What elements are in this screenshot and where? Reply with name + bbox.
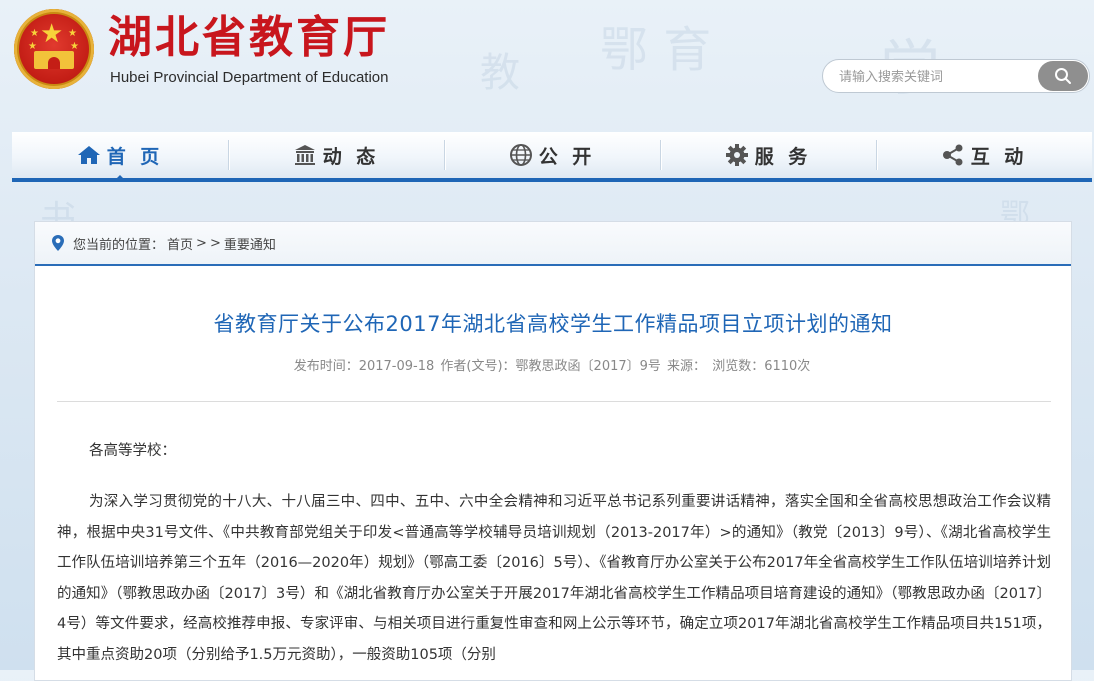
article-body: 为深入学习贯彻党的十八大、十八届三中、四中、五中、六中全会精神和习近平总书记系列… xyxy=(57,494,1051,663)
site-subtitle: Hubei Provincial Department of Education xyxy=(110,69,389,86)
article-meta: 发布时间：2017-09-18 作者(文号)：鄂教思政函〔2017〕9号 来源：… xyxy=(35,355,1071,374)
nav-item-label: 服 务 xyxy=(754,145,812,168)
site-header: ★ ★ ★ ★ ★ 湖北省教育厅 Hubei Provincial Depart… xyxy=(0,0,1094,130)
breadcrumb-home-link[interactable]: 首页 xyxy=(167,234,193,253)
nav-item-interact[interactable]: 互 动 xyxy=(876,132,1092,178)
view-count: 浏览数：6110次 xyxy=(712,359,811,374)
content-panel: 您当前的位置： 首页 > > 重要通知 省教育厅关于公布2017年湖北省高校学生… xyxy=(34,221,1072,681)
nav-item-home[interactable]: 首 页 xyxy=(12,132,228,182)
location-pin-icon xyxy=(51,234,65,252)
search-button[interactable] xyxy=(1038,61,1088,91)
breadcrumb-prefix: 您当前的位置： xyxy=(73,237,165,253)
building-icon xyxy=(293,144,317,166)
home-icon xyxy=(77,144,101,166)
breadcrumb: 您当前的位置： 首页 > > 重要通知 xyxy=(35,222,1071,266)
breadcrumb-separator: > xyxy=(196,235,207,251)
article-source: 来源： xyxy=(667,359,707,374)
article-salutation: 各高等学校： xyxy=(89,443,176,459)
nav-item-label: 动 态 xyxy=(322,145,380,168)
star-icon: ★ xyxy=(30,28,39,39)
gate-icon xyxy=(34,51,74,69)
search-box xyxy=(822,59,1090,93)
main-nav: 首 页 动 态 公 开 服 务 互 动 xyxy=(12,132,1092,182)
search-input[interactable] xyxy=(837,66,1037,88)
nav-item-news[interactable]: 动 态 xyxy=(228,132,444,178)
gear-icon xyxy=(725,143,749,167)
article-title: 省教育厅关于公布2017年湖北省高校学生工作精品项目立项计划的通知 xyxy=(213,312,893,336)
breadcrumb-separator: > xyxy=(209,235,221,251)
search-icon xyxy=(1055,68,1071,84)
nav-item-label: 公 开 xyxy=(538,145,596,168)
breadcrumb-current[interactable]: 重要通知 xyxy=(224,234,276,253)
divider xyxy=(57,401,1051,402)
star-icon: ★ xyxy=(68,28,77,39)
publish-date: 发布时间：2017-09-18 xyxy=(293,359,435,374)
nav-item-public[interactable]: 公 开 xyxy=(444,132,660,178)
national-emblem-logo[interactable]: ★ ★ ★ ★ ★ xyxy=(14,9,94,89)
nav-item-service[interactable]: 服 务 xyxy=(660,132,876,178)
globe-icon xyxy=(509,143,533,167)
share-icon xyxy=(941,143,965,167)
site-title[interactable]: 湖北省教育厅 xyxy=(108,12,390,64)
document-number: 作者(文号)：鄂教思政函〔2017〕9号 xyxy=(440,359,661,374)
star-icon: ★ xyxy=(40,19,64,49)
nav-item-label: 首 页 xyxy=(106,145,164,168)
nav-item-label: 互 动 xyxy=(970,145,1028,168)
